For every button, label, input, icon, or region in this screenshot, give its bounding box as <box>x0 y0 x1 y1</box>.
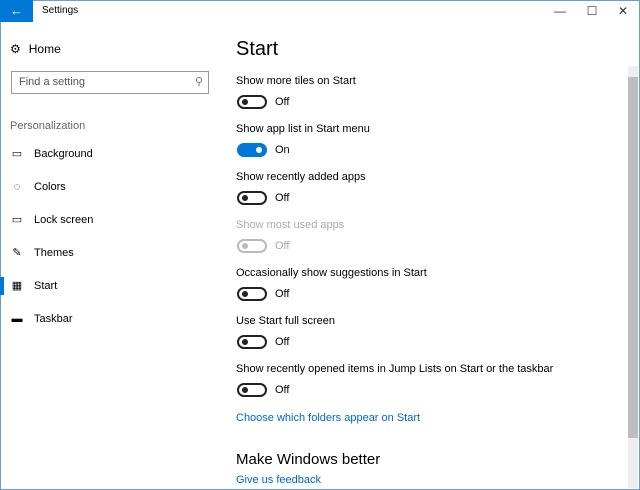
close-button[interactable]: ✕ <box>608 2 638 20</box>
toggle-state: Off <box>275 240 290 252</box>
sidebar-item-label: Lock screen <box>34 214 94 226</box>
choose-folders-link[interactable]: Choose which folders appear on Start <box>236 412 420 424</box>
section-heading: Personalization <box>10 120 86 132</box>
toggle-state: Off <box>275 288 290 300</box>
toggle-switch[interactable] <box>237 95 267 109</box>
toggle-state: On <box>275 144 290 156</box>
picture-icon: ▭ <box>11 148 23 160</box>
setting-label: Occasionally show suggestions in Start <box>236 267 427 279</box>
home-label: Home <box>28 42 61 56</box>
feedback-link[interactable]: Give us feedback <box>236 474 321 486</box>
back-button[interactable]: ← <box>0 0 33 22</box>
search-icon: ⚲ <box>194 76 203 88</box>
toggle-switch[interactable] <box>237 287 267 301</box>
toggle-state: Off <box>275 96 290 108</box>
themes-icon: ✎ <box>12 247 22 259</box>
sidebar-item-themes[interactable]: ✎ Themes <box>0 242 210 264</box>
sidebar-item-colors[interactable]: ◌ Colors <box>0 176 210 198</box>
sidebar-item-taskbar[interactable]: ▬ Taskbar <box>0 308 210 330</box>
sidebar-item-label: Start <box>34 280 58 292</box>
scrollbar-thumb[interactable] <box>628 77 638 438</box>
sidebar-item-label: Colors <box>34 181 66 193</box>
page-title: Start <box>236 38 279 60</box>
section-title: Make Windows better <box>236 451 381 468</box>
sidebar-item-background[interactable]: ▭ Background <box>0 143 210 165</box>
sidebar-item-start[interactable]: ▦ Start <box>0 275 210 297</box>
title-bar: ← Settings — ☐ ✕ <box>0 0 638 22</box>
start-icon: ▦ <box>11 280 23 292</box>
maximize-button[interactable]: ☐ <box>577 2 607 20</box>
setting-label: Use Start full screen <box>236 315 336 327</box>
toggle-switch <box>237 239 267 253</box>
toggle-state: Off <box>275 336 290 348</box>
lock-screen-icon: ▭ <box>11 214 23 226</box>
toggle-switch[interactable] <box>237 383 267 397</box>
toggle-switch[interactable] <box>237 191 267 205</box>
toggle-state: Off <box>275 384 290 396</box>
setting-label: Show app list in Start menu <box>236 123 370 135</box>
setting-label: Show most used apps <box>236 219 345 231</box>
toggle-switch[interactable] <box>237 143 267 157</box>
minimize-button[interactable]: — <box>545 2 575 20</box>
setting-label: Show more tiles on Start <box>236 75 356 87</box>
sidebar-item-lock-screen[interactable]: ▭ Lock screen <box>0 209 210 231</box>
sidebar-item-label: Background <box>34 148 93 160</box>
palette-icon: ◌ <box>13 181 21 193</box>
sidebar-home[interactable]: ⚙ Home <box>10 42 61 56</box>
sidebar-item-label: Themes <box>34 247 74 259</box>
search-input[interactable]: Find a setting ⚲ <box>11 71 209 94</box>
window-title: Settings <box>42 5 79 16</box>
gear-icon: ⚙ <box>10 42 21 56</box>
setting-label: Show recently added apps <box>236 171 366 183</box>
search-placeholder: Find a setting <box>19 76 86 88</box>
sidebar-item-label: Taskbar <box>34 313 73 325</box>
toggle-state: Off <box>275 192 290 204</box>
toggle-switch[interactable] <box>237 335 267 349</box>
setting-label: Show recently opened items in Jump Lists… <box>236 363 554 375</box>
taskbar-icon: ▬ <box>11 313 23 325</box>
